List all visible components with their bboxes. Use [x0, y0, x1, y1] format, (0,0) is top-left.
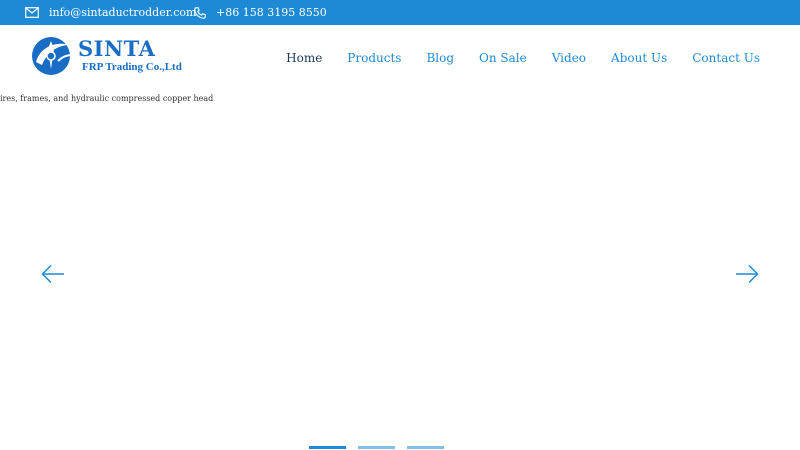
phone-text[interactable]: +86 158 3195 8550 — [216, 6, 327, 19]
nav-item-on-sale[interactable]: On Sale — [479, 51, 527, 65]
slide-dot[interactable] — [358, 446, 395, 449]
main-nav: Home Products Blog On Sale Video About U… — [261, 25, 760, 90]
phone-icon — [194, 6, 216, 19]
slide-dot[interactable] — [407, 446, 444, 449]
nav-item-products[interactable]: Products — [347, 51, 401, 65]
nav-item-home[interactable]: Home — [286, 51, 322, 65]
site-header: SINTA FRP Trading Co.,Ltd Home Products … — [0, 25, 800, 90]
slide-dot[interactable] — [309, 446, 346, 449]
hero-slider — [0, 110, 800, 450]
logo-emblem-icon — [30, 35, 76, 81]
nav-item-contact-us[interactable]: Contact Us — [692, 51, 760, 65]
arrow-left-icon[interactable] — [41, 264, 65, 288]
nav-item-video[interactable]: Video — [552, 51, 586, 65]
brand-subtitle: FRP Trading Co.,Ltd — [82, 61, 182, 73]
email-contact[interactable]: info@sintaductrodder.com — [25, 0, 196, 25]
top-contact-bar: info@sintaductrodder.com +86 158 3195 85… — [0, 0, 800, 25]
site-logo[interactable]: SINTA FRP Trading Co.,Ltd — [30, 35, 182, 81]
nav-item-about-us[interactable]: About Us — [611, 51, 667, 65]
arrow-right-icon[interactable] — [735, 264, 759, 288]
slider-pagination — [0, 446, 800, 450]
phone-contact[interactable]: +86 158 3195 8550 — [194, 0, 327, 25]
banner-caption: ires, frames, and hydraulic compressed c… — [0, 94, 214, 103]
brand-name: SINTA — [78, 36, 156, 61]
email-text[interactable]: info@sintaductrodder.com — [49, 6, 196, 19]
envelope-icon — [25, 7, 49, 18]
nav-item-blog[interactable]: Blog — [426, 51, 454, 65]
